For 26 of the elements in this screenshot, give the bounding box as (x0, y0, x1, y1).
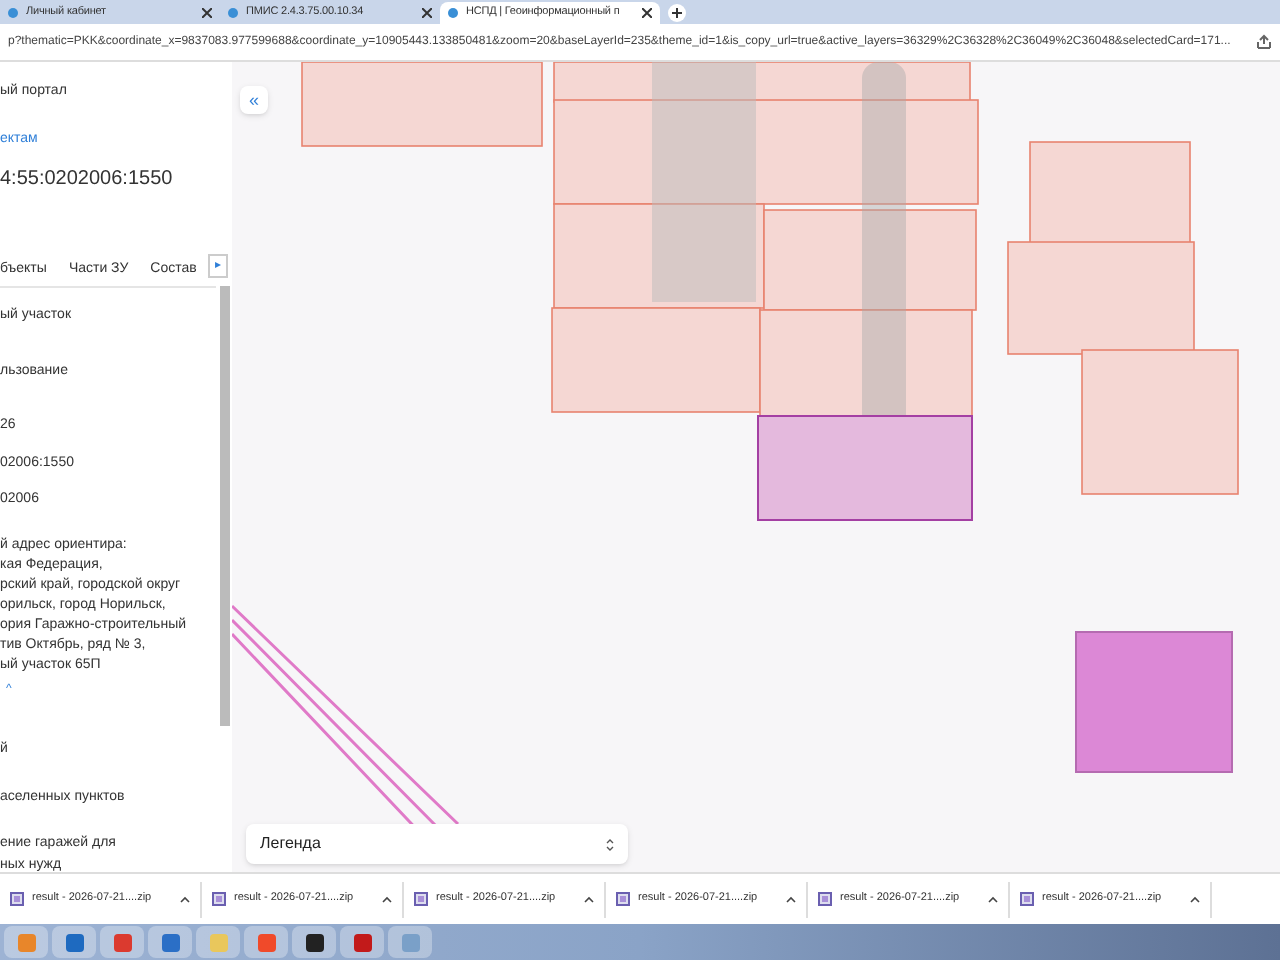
zip-file-icon (818, 892, 832, 906)
tab-favicon-icon (448, 8, 458, 18)
tab-favicon-icon (228, 8, 238, 18)
caret-icon[interactable] (584, 895, 594, 903)
share-icon[interactable] (1256, 34, 1272, 50)
zip-file-icon (414, 892, 428, 906)
zip-file-icon (1020, 892, 1034, 906)
caret-icon[interactable] (382, 895, 392, 903)
legend-select[interactable]: Легенда (246, 824, 628, 864)
caret-icon[interactable] (988, 895, 998, 903)
sort-icon (606, 837, 614, 851)
caret-icon[interactable] (786, 895, 796, 903)
caret-icon[interactable] (1190, 895, 1200, 903)
cadastral-number: 4:55:0202006:1550 (0, 166, 175, 194)
collapse-panel-button[interactable]: « (240, 86, 268, 114)
close-icon[interactable] (422, 8, 432, 18)
close-icon[interactable] (202, 8, 212, 18)
zip-file-icon (616, 892, 630, 906)
zip-file-icon (10, 892, 24, 906)
close-icon[interactable] (642, 8, 652, 18)
zip-file-icon (212, 892, 226, 906)
map[interactable]: « Легенда (232, 62, 1280, 872)
tab-favicon-icon (8, 8, 18, 18)
new-tab-icon[interactable] (668, 4, 686, 22)
caret-icon[interactable] (180, 895, 190, 903)
scrollbar[interactable] (220, 286, 230, 726)
